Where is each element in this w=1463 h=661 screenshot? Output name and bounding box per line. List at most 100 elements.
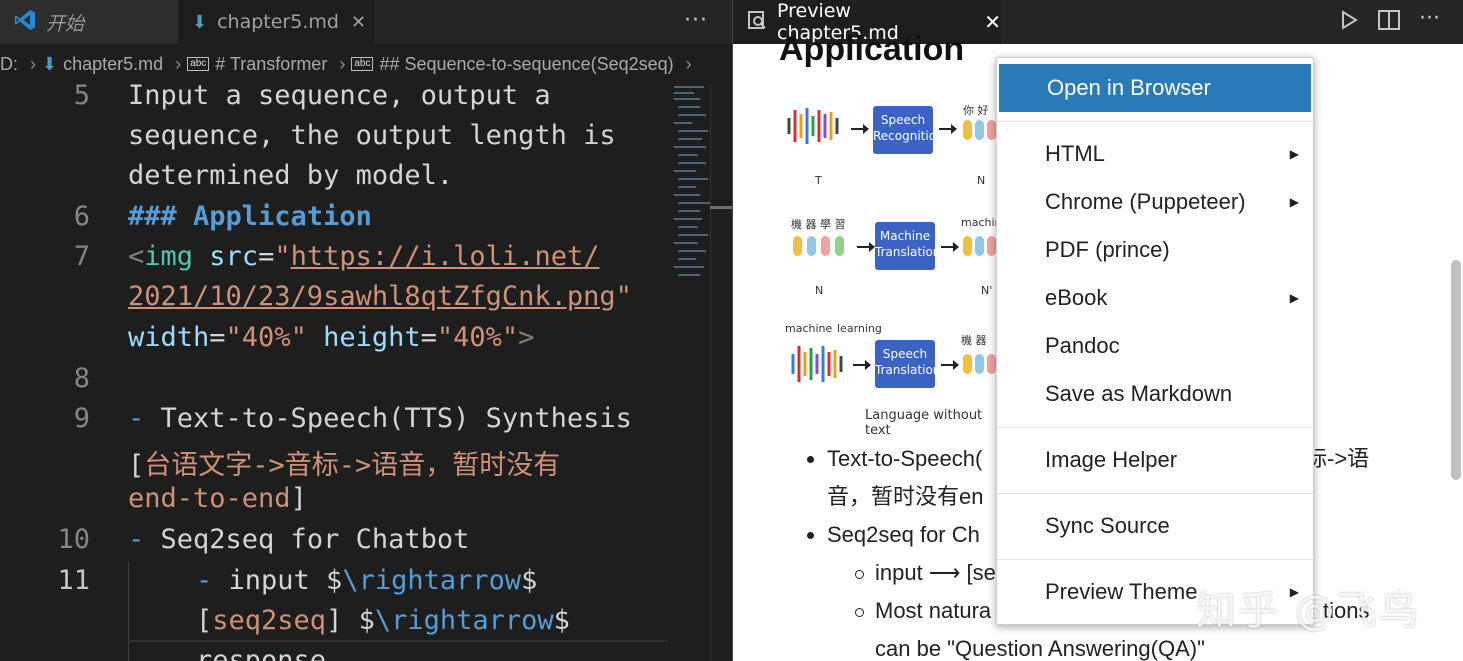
machine-translation-box: Machine Translation bbox=[875, 222, 940, 270]
chevron-right-icon: › bbox=[685, 53, 692, 74]
menu-item-label: Chrome (Puppeteer) bbox=[1045, 189, 1246, 214]
run-icon[interactable] bbox=[1340, 10, 1358, 35]
editor-pane: 开始 ⬇ chapter5.md ✕ ··· D: › ⬇ chapter5.m… bbox=[0, 0, 732, 661]
diagram-label-n2: N bbox=[815, 284, 824, 297]
code-line-5c: determined by model. bbox=[128, 160, 454, 191]
code-line-11b: [seq2seq] $\rightarrow$ bbox=[196, 605, 570, 636]
minimap[interactable] bbox=[672, 84, 710, 284]
tab-chapter5-label: chapter5.md bbox=[217, 11, 339, 33]
menu-item-label: PDF (prince) bbox=[1045, 237, 1170, 262]
line-number-current: 11 bbox=[57, 565, 90, 596]
chevron-right-icon: › bbox=[30, 53, 36, 74]
preview-icon bbox=[747, 10, 767, 35]
vscode-logo-icon bbox=[14, 9, 36, 36]
code-line-11a: - input $\rightarrow$ bbox=[196, 565, 538, 596]
bullet-tts-end: 标->语 bbox=[1305, 446, 1370, 471]
submenu-arrow-icon: ▶ bbox=[1289, 147, 1299, 161]
tab-welcome-label: 开始 bbox=[46, 12, 85, 35]
menu-item-label: Pandoc bbox=[1045, 333, 1120, 358]
menu-item-label: eBook bbox=[1045, 285, 1108, 310]
more-actions-icon[interactable]: ··· bbox=[1419, 6, 1440, 31]
indent-guide bbox=[128, 562, 129, 661]
code-line-10: - Seq2seq for Chatbot bbox=[128, 524, 470, 555]
submenu-arrow-icon: ▶ bbox=[1289, 195, 1299, 209]
breadcrumb-h1[interactable]: # Transformer bbox=[215, 54, 327, 75]
more-actions-icon[interactable]: ··· bbox=[684, 8, 708, 33]
code-editor[interactable]: 5 Input a sequence, output a sequence, t… bbox=[0, 80, 672, 661]
diagram-label-t: T bbox=[815, 174, 822, 187]
breadcrumb-drive[interactable]: D: bbox=[0, 54, 18, 75]
submenu-arrow-icon: ▶ bbox=[1289, 291, 1299, 305]
diagram-caption: Language without text bbox=[865, 408, 983, 438]
preview-heading: Application bbox=[779, 30, 965, 68]
split-editor-icon[interactable] bbox=[1378, 10, 1400, 35]
chevron-right-icon: › bbox=[339, 53, 346, 74]
code-line-6: ### Application bbox=[128, 201, 372, 232]
menu-item-label: Preview Theme bbox=[1045, 579, 1198, 604]
context-menu: Open in Browser HTML ▶ Chrome (Puppeteer)… bbox=[996, 57, 1314, 625]
menu-item-image-helper[interactable]: Image Helper bbox=[997, 436, 1313, 484]
menu-item-save-as-markdown[interactable]: Save as Markdown bbox=[997, 370, 1313, 418]
diagram-label-n: N bbox=[977, 174, 986, 187]
bullet-tts-line2: 音，暂时没有en bbox=[827, 484, 984, 509]
markdown-icon: ⬇ bbox=[42, 53, 58, 74]
close-icon[interactable]: ✕ bbox=[351, 12, 366, 33]
diagram-chars-3: 機 器 bbox=[961, 334, 987, 347]
string-symbol-icon: abc bbox=[187, 57, 210, 71]
speech-translation-box: Speech Translation bbox=[875, 340, 940, 388]
code-line-5b: sequence, the output length is bbox=[128, 120, 616, 151]
waveform-icon bbox=[787, 108, 839, 144]
editor-scrollbar-thumb[interactable] bbox=[710, 206, 732, 209]
menu-item-html[interactable]: HTML ▶ bbox=[997, 130, 1313, 178]
line-number: 10 bbox=[57, 524, 90, 555]
diagram-learning: learning bbox=[837, 322, 882, 335]
breadcrumb-h2[interactable]: ## Sequence-to-sequence(Seq2seq) bbox=[379, 54, 673, 75]
watermark: 知乎 @飞鸟 bbox=[1196, 588, 1421, 634]
diagram-machine-2: machine bbox=[785, 322, 833, 335]
menu-item-pdf-prince[interactable]: PDF (prince) bbox=[997, 226, 1313, 274]
subbullet-qa: can be "Question Answering(QA)" bbox=[875, 636, 1205, 661]
menu-item-ebook[interactable]: eBook ▶ bbox=[997, 274, 1313, 322]
code-line-11c: response bbox=[196, 645, 327, 661]
preview-scrollbar-thumb[interactable] bbox=[1451, 260, 1461, 480]
bullet-chatbot: Seq2seq for Ch bbox=[827, 522, 980, 547]
code-line-7c: width="40%" height="40%"> bbox=[128, 322, 535, 353]
menu-item-label: HTML bbox=[1045, 141, 1105, 166]
menu-item-pandoc[interactable]: Pandoc bbox=[997, 322, 1313, 370]
string-symbol-icon: abc bbox=[351, 57, 374, 71]
speech-recognition-box: Speech Recognition bbox=[873, 106, 944, 154]
line-number: 5 bbox=[73, 80, 90, 111]
code-line-7a: <img src="https://i.loli.net/ bbox=[128, 241, 600, 272]
code-line-9c: end-to-end] bbox=[128, 483, 307, 514]
code-line-7b: 2021/10/23/9sawhl8qtZfgCnk.png" bbox=[128, 281, 632, 312]
current-line-highlight bbox=[128, 640, 668, 642]
menu-item-label: Save as Markdown bbox=[1045, 381, 1233, 406]
subbullet-input: input ⟶ [se bbox=[875, 560, 996, 585]
diagram-label-n3: N' bbox=[981, 284, 993, 297]
menu-item-label: Sync Source bbox=[1045, 513, 1170, 538]
code-line-5a: Input a sequence, output a bbox=[128, 80, 551, 111]
line-number: 6 bbox=[73, 201, 90, 232]
diagram-chars-1: 你 好 bbox=[963, 104, 989, 117]
line-number: 8 bbox=[73, 363, 90, 394]
editor-scrollbar[interactable] bbox=[710, 84, 732, 661]
breadcrumb-file[interactable]: chapter5.md bbox=[63, 54, 163, 75]
menu-item-sync-source[interactable]: Sync Source bbox=[997, 502, 1313, 550]
markdown-icon: ⬇ bbox=[192, 11, 208, 33]
subbullet-most-natural: Most natura bbox=[875, 598, 992, 623]
menu-item-label: Open in Browser bbox=[1047, 75, 1211, 100]
code-line-9a: - Text-to-Speech(TTS) Synthesis bbox=[128, 403, 632, 434]
breadcrumb: D: › ⬇ chapter5.md › abc # Transformer ›… bbox=[0, 44, 732, 84]
seq2seq-applications-image: T Speech Recognition 你 好 N 機 器 學 習 N Mac… bbox=[785, 98, 1008, 478]
waveform-icon bbox=[791, 346, 843, 382]
chevron-right-icon: › bbox=[175, 53, 182, 74]
bullet-tts: Text-to-Speech( bbox=[827, 446, 983, 471]
line-number: 7 bbox=[73, 241, 90, 272]
close-icon[interactable]: ✕ bbox=[984, 10, 1001, 34]
tab-chapter5-md[interactable]: ⬇ chapter5.md ✕ bbox=[178, 0, 374, 44]
menu-item-label: Image Helper bbox=[1045, 447, 1178, 472]
tab-welcome[interactable]: 开始 bbox=[0, 0, 178, 44]
menu-item-chrome-puppeteer[interactable]: Chrome (Puppeteer) ▶ bbox=[997, 178, 1313, 226]
line-number: 9 bbox=[73, 403, 90, 434]
menu-item-open-in-browser[interactable]: Open in Browser bbox=[999, 64, 1311, 112]
